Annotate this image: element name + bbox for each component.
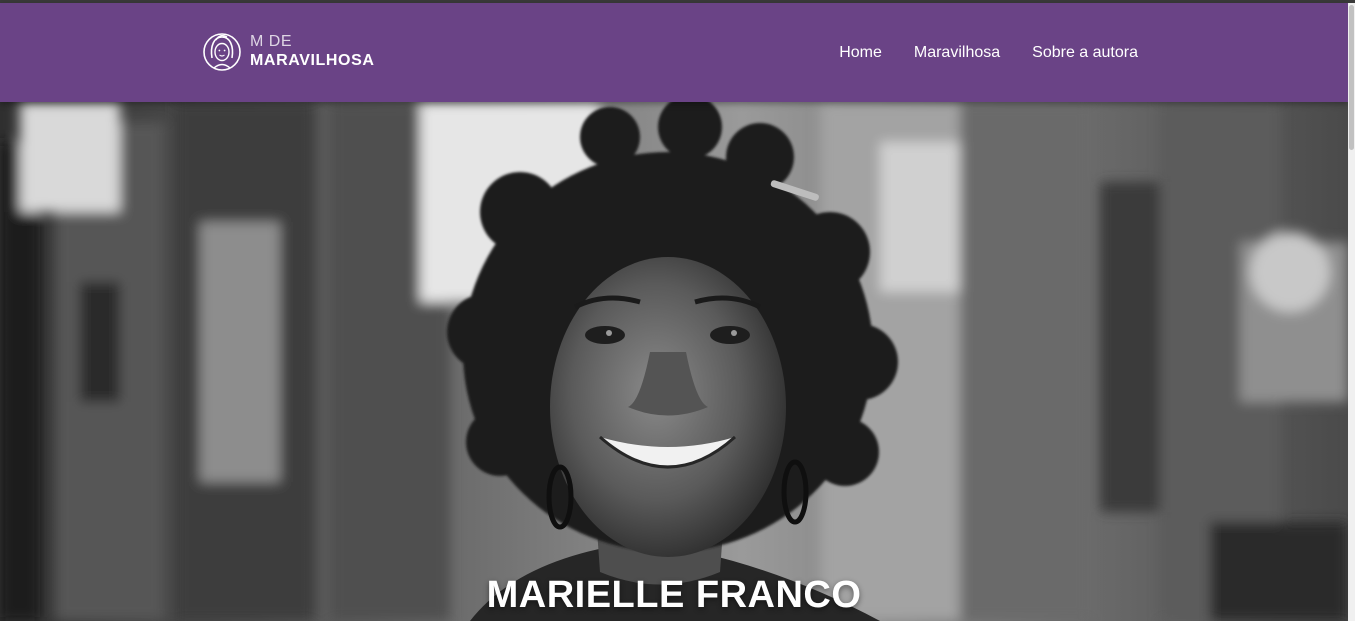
main-nav: Home Maravilhosa Sobre a autora [839, 43, 1138, 63]
nav-link-sobre-a-autora[interactable]: Sobre a autora [1032, 43, 1138, 63]
site-header: M DE MARAVILHOSA Home Maravilhosa Sobre … [0, 3, 1348, 102]
scrollbar-thumb[interactable] [1349, 5, 1354, 150]
site-logo-link[interactable]: M DE MARAVILHOSA [202, 27, 375, 75]
logo-line-2: MARAVILHOSA [250, 51, 375, 69]
page: M DE MARAVILHOSA Home Maravilhosa Sobre … [0, 0, 1355, 621]
nav-link-home[interactable]: Home [839, 43, 882, 63]
logo-text: M DE MARAVILHOSA [250, 32, 375, 69]
hero-portrait-image [0, 102, 1348, 621]
hero-title: MARIELLE FRANCO [486, 574, 862, 616]
hero-section: MARIELLE FRANCO [0, 102, 1348, 621]
nav-link-maravilhosa[interactable]: Maravilhosa [914, 43, 1000, 63]
woman-face-logo-icon [203, 33, 241, 71]
page-scrollbar[interactable] [1348, 3, 1355, 621]
logo-line-1: M DE [250, 32, 292, 50]
